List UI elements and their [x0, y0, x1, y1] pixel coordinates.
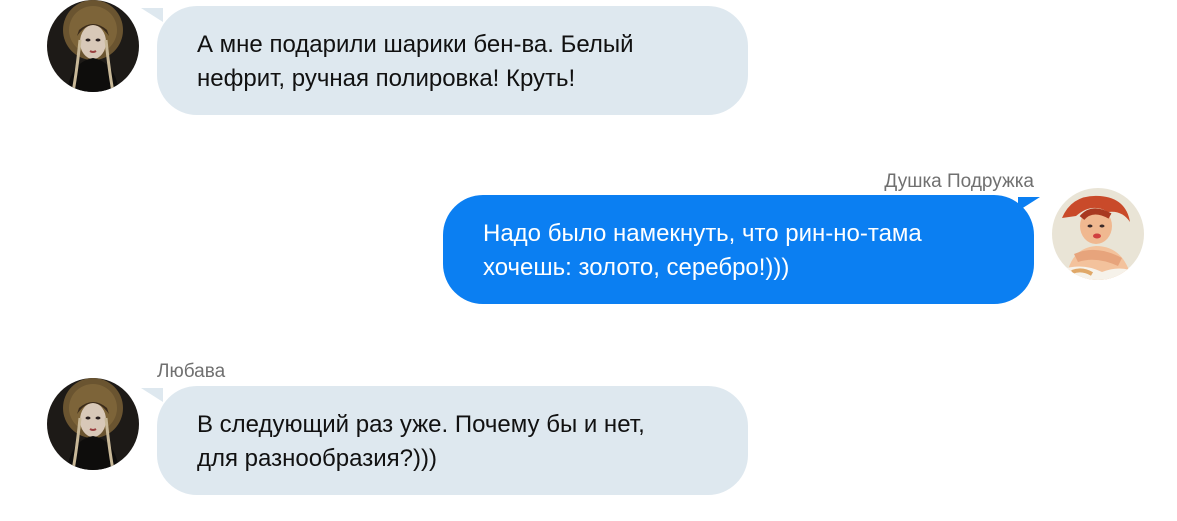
message-text-line: В следующий раз уже. Почему бы и нет, — [197, 411, 645, 438]
message-text-line: Надо было намекнуть, что рин-но-тама — [483, 220, 922, 247]
message-bubble-outgoing[interactable]: Надо было намекнуть, что рин-но-тама хоч… — [443, 195, 1034, 304]
sender-name: Любава — [157, 361, 226, 382]
message-text-line: хочешь: золото, серебро!))) — [483, 254, 790, 281]
message-text-line: нефрит, ручная полировка! Круть! — [197, 65, 576, 92]
lyubava-portrait-image — [47, 378, 139, 470]
bubble-tail — [141, 388, 163, 402]
lyubava-avatar[interactable] — [47, 0, 139, 92]
dushka-avatar[interactable] — [1052, 188, 1144, 280]
bubble-tail — [1018, 197, 1040, 211]
pinup-redhead-image — [1052, 188, 1144, 280]
sender-name: Душка Подружка — [884, 171, 1034, 192]
message-text-line: А мне подарили шарики бен-ва. Белый — [197, 31, 634, 58]
lyubava-avatar[interactable] — [47, 378, 139, 470]
message-text-line: для разнообразия?))) — [197, 445, 437, 472]
bubble-tail — [141, 8, 163, 22]
message-bubble-incoming[interactable]: А мне подарили шарики бен-ва. Белый нефр… — [157, 6, 748, 115]
message-bubble-incoming[interactable]: В следующий раз уже. Почему бы и нет, дл… — [157, 386, 748, 495]
lyubava-portrait-image — [47, 0, 139, 92]
